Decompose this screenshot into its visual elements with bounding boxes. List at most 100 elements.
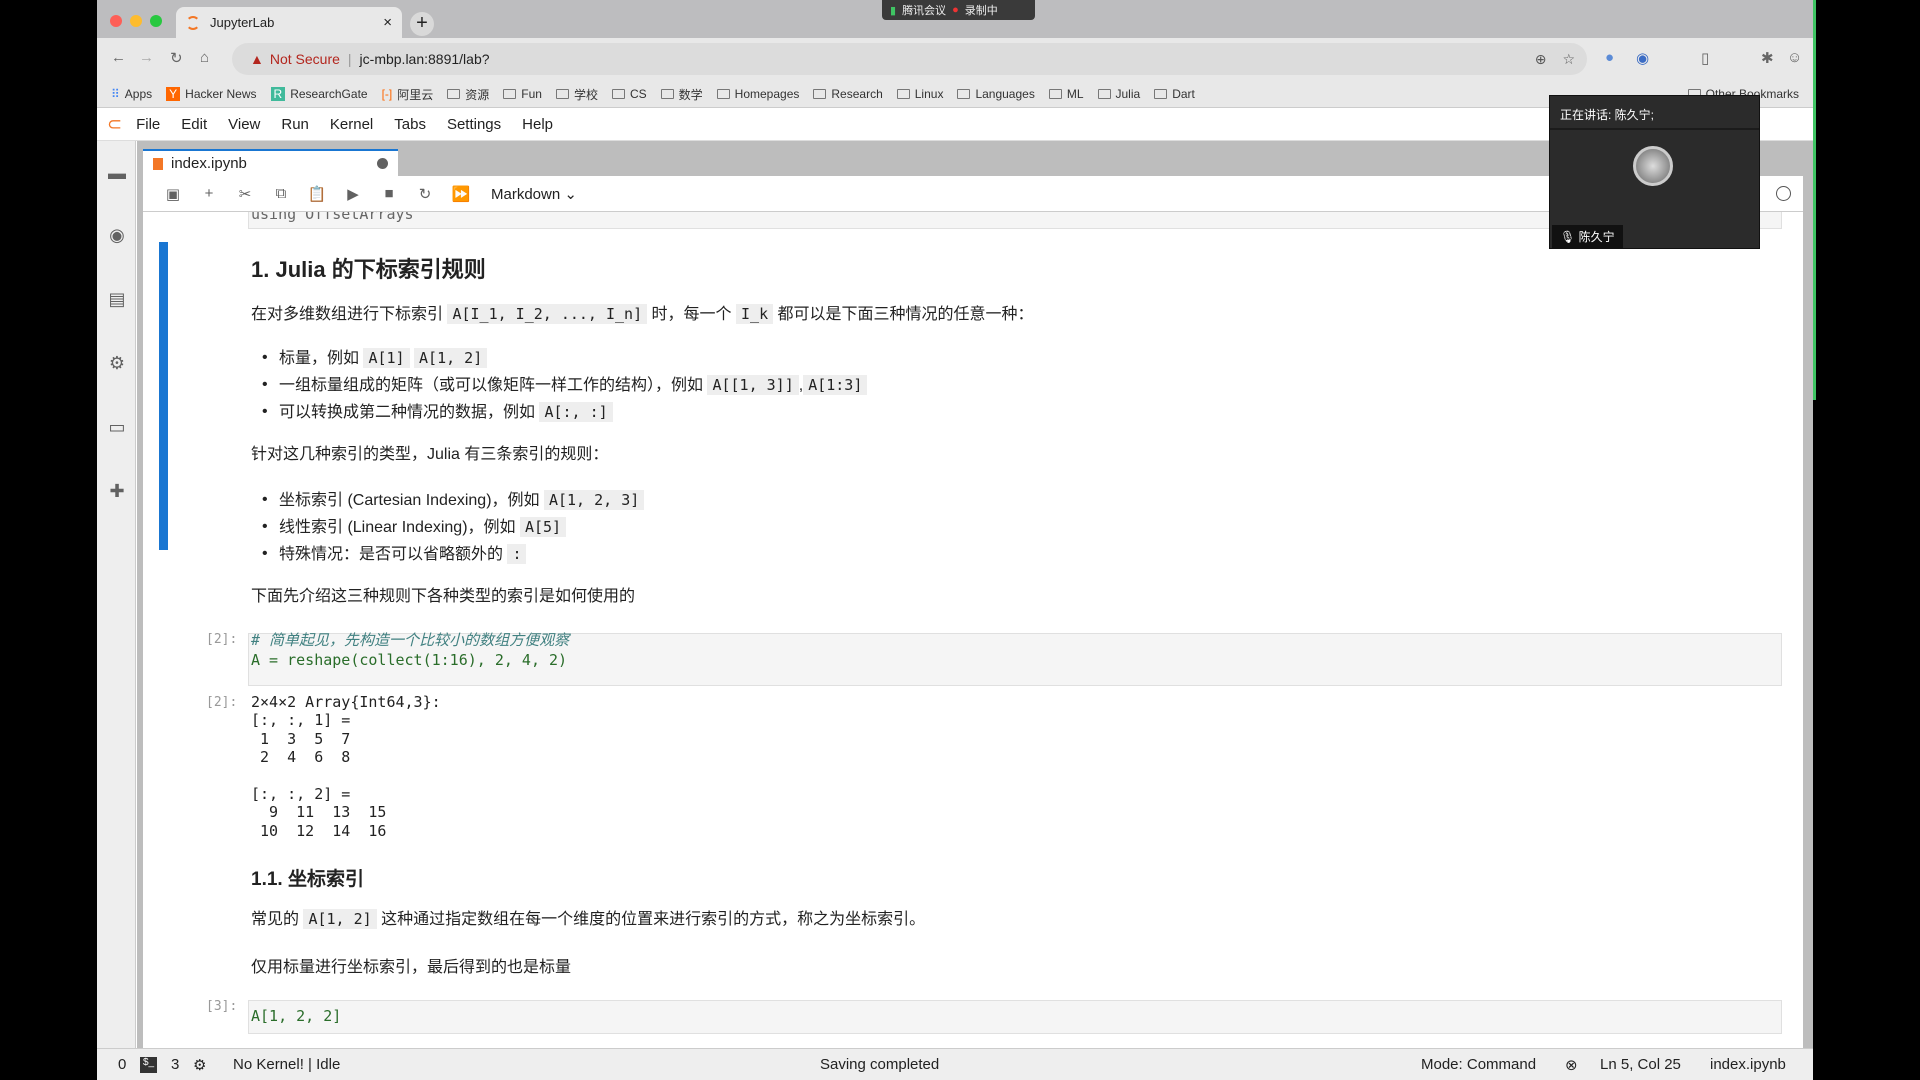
close-tab-icon[interactable]: × — [383, 14, 392, 31]
bookmark-folder[interactable]: Dart — [1154, 87, 1195, 101]
property-inspector-icon[interactable]: ⚙ — [107, 353, 127, 373]
signal-icon: ▮ — [890, 4, 897, 17]
menu-tabs[interactable]: Tabs — [394, 116, 426, 133]
folder-icon — [555, 89, 569, 99]
bookmark-folder[interactable]: 资源 — [447, 86, 489, 103]
menu-help[interactable]: Help — [522, 116, 553, 133]
record-icon: ● — [952, 4, 959, 16]
save-icon[interactable]: ▣ — [155, 185, 191, 203]
code-line: A[1, 2, 2] — [251, 1007, 342, 1025]
tabs-icon[interactable]: ▭ — [107, 417, 127, 437]
bookmark-folder[interactable]: 数学 — [660, 86, 703, 103]
list-item: 特殊情况：是否可以省略额外的 : — [262, 544, 527, 565]
left-sidebar: ▬ ◉ ▤ ⚙ ▭ ✚ — [97, 141, 136, 1048]
fast-forward-icon[interactable]: ⏩ — [443, 185, 479, 203]
extension-icon[interactable]: ● — [1605, 49, 1614, 66]
tab-index-ipynb[interactable]: index.ipynb — [143, 149, 398, 176]
folder-icon — [1097, 89, 1111, 99]
kernel-status[interactable]: No Kernel! | Idle — [233, 1056, 340, 1073]
heading-1: 1. Julia 的下标索引规则 — [251, 257, 486, 282]
commands-icon[interactable]: ▤ — [107, 289, 127, 309]
close-window-button[interactable] — [110, 15, 122, 27]
cut-icon[interactable]: ✂ — [227, 185, 263, 203]
folder-icon — [957, 89, 971, 99]
bookmark-apps[interactable]: ⠿ Apps — [111, 87, 152, 101]
bookmark-folder[interactable]: Languages — [957, 87, 1035, 101]
maximize-window-button[interactable] — [150, 15, 162, 27]
kernel-icon: ⚙ — [193, 1057, 207, 1074]
back-icon[interactable]: ← — [111, 49, 126, 66]
puzzle-icon[interactable]: ✱ — [1761, 49, 1774, 67]
menu-kernel[interactable]: Kernel — [330, 116, 373, 133]
screen-share-border — [1813, 0, 1816, 400]
document-area: index.ipynb ▣ + ✂ ⧉ 📋 ▶ ■ ↻ ⏩ Markdown ⌄… — [137, 141, 1813, 1048]
unsaved-dot-icon[interactable] — [377, 158, 388, 169]
add-cell-icon[interactable]: + — [191, 185, 227, 202]
bookmark-folder[interactable]: Linux — [896, 87, 943, 101]
bookmark-folder[interactable]: Research — [813, 87, 883, 101]
url-input[interactable]: ▲ Not Secure | jc-mbp.lan:8891/lab? ⊕ ☆ — [232, 43, 1587, 75]
paragraph: 常见的 A[1, 2] 这种通过指定数组在每一个维度的位置来进行索引的方式，称之… — [251, 909, 926, 929]
meeting-recording-badge: ▮ 腾讯会议 ● 录制中 — [882, 0, 1035, 20]
copy-icon[interactable]: ⧉ — [263, 185, 299, 202]
forward-icon[interactable]: → — [139, 49, 154, 66]
paragraph: 针对这几种索引的类型，Julia 有三条索引的规则： — [251, 446, 609, 463]
active-cell-indicator — [159, 242, 168, 550]
extension-icon[interactable]: ◉ — [1636, 49, 1649, 67]
cell-output: 2×4×2 Array{Int64,3}: [:, :, 1] = 1 3 5 … — [251, 693, 441, 840]
bug-icon[interactable]: ⊗ — [1565, 1056, 1578, 1074]
bookmark-folder[interactable]: Julia — [1097, 87, 1140, 101]
bookmark-folder[interactable]: Fun — [503, 87, 542, 101]
folder-icon — [1048, 89, 1062, 99]
bookmark-hacker-news[interactable]: Y Hacker News — [166, 87, 257, 101]
bookmark-folder[interactable]: 学校 — [555, 86, 598, 103]
menu-view[interactable]: View — [228, 116, 260, 133]
bookmark-aliyun[interactable]: [-] 阿里云 — [382, 86, 434, 103]
input-prompt: [2]: — [206, 632, 238, 647]
new-tab-button[interactable]: + — [410, 12, 434, 36]
menu-file[interactable]: File — [136, 116, 160, 133]
extension-icon[interactable]: ▯ — [1701, 49, 1709, 67]
chevron-down-icon: ⌄ — [564, 185, 577, 203]
bookmark-researchgate[interactable]: R ResearchGate — [270, 87, 368, 101]
stop-icon[interactable]: ■ — [371, 185, 407, 202]
researchgate-icon: R — [270, 87, 286, 101]
notebook-panel[interactable]: using OffsetArrays 1. Julia 的下标索引规则 在对多维… — [143, 212, 1803, 1048]
meeting-video-overlay[interactable]: 正在讲话: 陈久宁; 🎙 陈久宁 — [1549, 95, 1760, 249]
heading-2: 1.1. 坐标索引 — [251, 869, 364, 890]
hacker-news-icon: Y — [166, 87, 181, 101]
microphone-icon: 🎙 — [1560, 230, 1576, 244]
cell-type-select[interactable]: Markdown ⌄ — [491, 185, 577, 203]
address-bar: ← → ↻ ⌂ ▲ Not Secure | jc-mbp.lan:8891/l… — [97, 38, 1813, 81]
run-icon[interactable]: ▶ — [335, 185, 371, 203]
bookmark-folder[interactable]: ML — [1048, 87, 1084, 101]
profile-icon[interactable]: ☺ — [1787, 49, 1802, 66]
folder-icon — [1154, 89, 1168, 99]
zoom-icon[interactable]: ⊕ — [1535, 51, 1547, 68]
paragraph: 仅用标量进行坐标索引，最后得到的也是标量 — [251, 959, 572, 976]
restart-icon[interactable]: ↻ — [407, 185, 443, 203]
menu-run[interactable]: Run — [281, 116, 309, 133]
reload-icon[interactable]: ↻ — [170, 49, 183, 67]
folder-icon[interactable]: ▬ — [107, 163, 127, 183]
code-comment: # 简单起见，先构造一个比较小的数组方便观察 — [251, 631, 570, 649]
kernel-status-icon — [1776, 186, 1791, 201]
browser-tab[interactable]: JupyterLab × — [176, 7, 402, 38]
home-icon[interactable]: ⌂ — [200, 49, 209, 66]
apps-icon: ⠿ — [111, 87, 120, 101]
notebook-icon — [153, 157, 163, 170]
output-prompt: [2]: — [206, 695, 238, 710]
star-icon[interactable]: ☆ — [1562, 51, 1575, 68]
folder-icon — [813, 89, 827, 99]
bookmark-folder[interactable]: CS — [611, 87, 647, 101]
menu-edit[interactable]: Edit — [181, 116, 207, 133]
terminal-icon[interactable]: $_ — [140, 1057, 157, 1073]
extensions-icon[interactable]: ✚ — [107, 481, 127, 501]
code-cell[interactable] — [248, 1000, 1782, 1034]
menu-settings[interactable]: Settings — [447, 116, 501, 133]
jupyter-icon — [186, 15, 200, 30]
minimize-window-button[interactable] — [130, 15, 142, 27]
paste-icon[interactable]: 📋 — [299, 185, 335, 203]
bookmark-folder[interactable]: Homepages — [716, 87, 799, 101]
running-icon[interactable]: ◉ — [107, 225, 127, 245]
